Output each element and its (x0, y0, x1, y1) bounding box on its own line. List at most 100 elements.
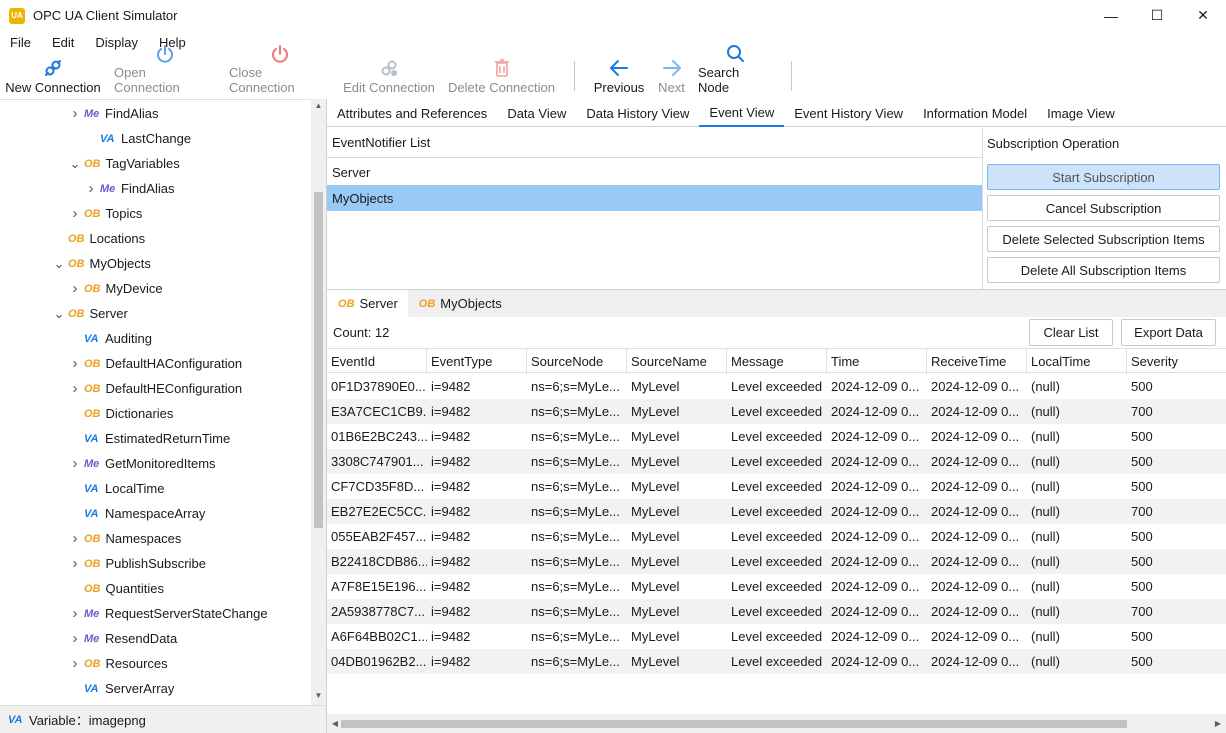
table-row[interactable]: 3308C747901... i=9482 ns=6;s=MyLe... MyLeve… (327, 449, 1226, 474)
tab-event-view[interactable]: Event View (699, 99, 785, 127)
column-header[interactable]: SourceNode (527, 349, 627, 374)
tree-node[interactable]: VA EstimatedReturnTime (68, 426, 230, 451)
tree-node[interactable]: › Me FindAlias (68, 101, 159, 126)
delete-selected-subscription-items-button[interactable]: Delete Selected Subscription Items (987, 226, 1220, 252)
tab-data-history-view[interactable]: Data History View (576, 99, 699, 127)
previous-button[interactable]: Previous (594, 53, 644, 99)
close-button[interactable]: ✕ (1180, 0, 1226, 31)
tree-node[interactable]: ⌄ OB Server (52, 301, 128, 326)
start-subscription-button[interactable]: Start Subscription (987, 164, 1220, 190)
chevron-right-icon[interactable]: › (68, 455, 82, 472)
tab-server[interactable]: OB Server (327, 290, 408, 317)
column-header[interactable]: ReceiveTime (927, 349, 1027, 374)
maximize-button[interactable]: ☐ (1134, 0, 1180, 31)
tree-node[interactable]: › OB DefaultHAConfiguration (68, 351, 243, 376)
tree-node[interactable]: VA Auditing (68, 326, 152, 351)
tree-node[interactable]: VA LastChange (84, 126, 191, 151)
tab-data-view[interactable]: Data View (497, 99, 576, 127)
tree-node[interactable]: › OB Namespaces (68, 526, 182, 551)
table-row[interactable]: A7F8E15E196... i=9482 ns=6;s=MyLe... MyLeve… (327, 574, 1226, 599)
table-row[interactable]: 0F1D37890E0... i=9482 ns=6;s=MyLe... MyLeve… (327, 374, 1226, 399)
tree-scrollbar-thumb[interactable] (314, 192, 323, 528)
tree-node[interactable]: › OB Resources (68, 651, 168, 676)
column-header[interactable]: Message (727, 349, 827, 374)
table-row[interactable]: 04DB01962B2... i=9482 ns=6;s=MyLe... MyLeve… (327, 649, 1226, 674)
tab-image-view[interactable]: Image View (1037, 99, 1125, 127)
column-header[interactable]: SourceName (627, 349, 727, 374)
column-header[interactable]: EventId (327, 349, 427, 374)
tab-myobjects[interactable]: OB MyObjects (408, 290, 512, 317)
tab-information-model[interactable]: Information Model (913, 99, 1037, 127)
event-notifier-item-myobjects[interactable]: MyObjects (327, 185, 982, 211)
tree-node[interactable]: VA LocalTime (68, 476, 164, 501)
scroll-down-icon[interactable]: ▼ (311, 689, 326, 703)
table-row[interactable]: EB27E2EC5CC... i=9482 ns=6;s=MyLe... MyLeve… (327, 499, 1226, 524)
column-header[interactable]: Severity (1127, 349, 1226, 374)
table-row[interactable]: 2A5938778C7... i=9482 ns=6;s=MyLe... MyLeve… (327, 599, 1226, 624)
minimize-button[interactable]: — (1088, 0, 1134, 31)
chevron-right-icon[interactable]: › (68, 355, 82, 372)
scroll-up-icon[interactable]: ▲ (311, 99, 326, 113)
chevron-right-icon[interactable]: › (68, 205, 82, 222)
column-header[interactable]: Time (827, 349, 927, 374)
tree-node[interactable]: › OB DefaultHEConfiguration (68, 376, 243, 401)
close-connection-button[interactable]: Close Connection (229, 45, 330, 99)
edit-connection-button[interactable]: Edit Connection (343, 53, 435, 99)
menu-file[interactable]: File (0, 35, 42, 50)
clear-list-button[interactable]: Clear List (1029, 319, 1113, 346)
grid-scrollbar[interactable]: ◀ ▶ (327, 714, 1226, 733)
menu-display[interactable]: Display (85, 35, 149, 50)
address-space-tree[interactable]: › Me FindAlias VA LastChange ⌄ OB TagVariables ›… (0, 99, 326, 705)
tree-node[interactable]: ⌄ OB TagVariables (68, 151, 180, 176)
grid-scrollbar-thumb[interactable] (341, 720, 1127, 728)
delete-connection-button[interactable]: Delete Connection (448, 53, 555, 99)
tab-event-history-view[interactable]: Event History View (784, 99, 913, 127)
event-notifier-item-server[interactable]: Server (327, 159, 982, 185)
scroll-left-icon[interactable]: ◀ (329, 714, 341, 733)
tree-node[interactable]: VA ServerArray (68, 676, 174, 701)
table-row[interactable]: 055EAB2F457... i=9482 ns=6;s=MyLe... MyLeve… (327, 524, 1226, 549)
chevron-right-icon[interactable]: › (68, 605, 82, 622)
export-data-button[interactable]: Export Data (1121, 319, 1216, 346)
tree-node[interactable]: › Me ResendData (68, 626, 178, 651)
scroll-right-icon[interactable]: ▶ (1212, 714, 1224, 733)
tree-node[interactable]: › OB Topics (68, 201, 143, 226)
chevron-right-icon[interactable]: › (68, 280, 82, 297)
chevron-right-icon[interactable]: › (68, 380, 82, 397)
table-row[interactable]: 01B6E2BC243... i=9482 ns=6;s=MyLe... MyLeve… (327, 424, 1226, 449)
chevron-right-icon[interactable]: › (68, 630, 82, 647)
tree-node[interactable]: › Me FindAlias (84, 176, 175, 201)
tree-node[interactable]: OB Locations (52, 226, 145, 251)
chevron-down-icon[interactable]: ⌄ (52, 256, 66, 272)
tab-attributes-and-references[interactable]: Attributes and References (327, 99, 497, 127)
column-header[interactable]: LocalTime (1027, 349, 1127, 374)
next-button[interactable]: Next (657, 53, 686, 99)
chevron-right-icon[interactable]: › (68, 105, 82, 122)
new-connection-button[interactable]: New Connection (5, 53, 101, 99)
tree-node[interactable]: OB Dictionaries (68, 401, 173, 426)
chevron-right-icon[interactable]: › (68, 655, 82, 672)
table-row[interactable]: A6F64BB02C1... i=9482 ns=6;s=MyLe... MyLeve… (327, 624, 1226, 649)
chevron-right-icon[interactable]: › (84, 180, 98, 197)
menu-edit[interactable]: Edit (42, 35, 85, 50)
search-node-button[interactable]: Search Node (698, 45, 772, 99)
chevron-right-icon[interactable]: › (68, 530, 82, 547)
table-row[interactable]: CF7CD35F8D... i=9482 ns=6;s=MyLe... MyLevel… (327, 474, 1226, 499)
tree-node[interactable]: VA NamespaceArray (68, 501, 205, 526)
tree-node[interactable]: › Me RequestServerStateChange (68, 601, 268, 626)
table-row[interactable]: E3A7CEC1CB9... i=9482 ns=6;s=MyLe... MyLeve… (327, 399, 1226, 424)
chevron-right-icon[interactable]: › (68, 555, 82, 572)
delete-all-subscription-items-button[interactable]: Delete All Subscription Items (987, 257, 1220, 283)
tree-node[interactable]: › OB PublishSubscribe (68, 551, 206, 576)
chevron-down-icon[interactable]: ⌄ (52, 306, 66, 322)
table-row[interactable]: B22418CDB86... i=9482 ns=6;s=MyLe... MyLeve… (327, 549, 1226, 574)
cancel-subscription-button[interactable]: Cancel Subscription (987, 195, 1220, 221)
tree-node[interactable]: OB Quantities (68, 576, 164, 601)
tree-node[interactable]: › OB MyDevice (68, 276, 163, 301)
tree-node[interactable]: ⌄ OB MyObjects (52, 251, 151, 276)
open-connection-button[interactable]: Open Connection (114, 45, 215, 99)
tree-node[interactable]: › Me GetMonitoredItems (68, 451, 216, 476)
column-header[interactable]: EventType (427, 349, 527, 374)
tree-scrollbar[interactable]: ▲ ▼ (311, 99, 326, 705)
chevron-down-icon[interactable]: ⌄ (68, 156, 82, 172)
